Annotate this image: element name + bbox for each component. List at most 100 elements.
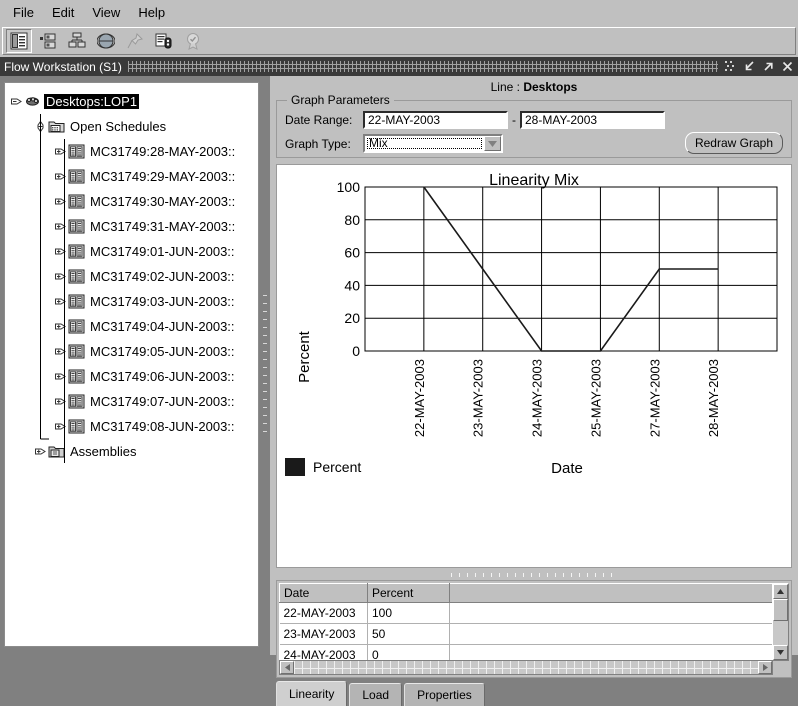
svg-text:40: 40 xyxy=(344,277,360,293)
restore-icon[interactable] xyxy=(724,60,737,73)
expand-toggle-plus-icon[interactable] xyxy=(55,146,66,157)
menu-item-file[interactable]: File xyxy=(4,3,43,23)
table-cell[interactable]: 100 xyxy=(367,602,450,624)
schedule-icon xyxy=(68,294,85,309)
tree-node-schedule-label: MC31749:06-JUN-2003:: xyxy=(90,369,235,384)
svg-text:23-MAY-2003: 23-MAY-2003 xyxy=(471,359,486,437)
tree-node-schedule[interactable]: MC31749:31-MAY-2003:: xyxy=(5,214,258,239)
minimize-icon[interactable] xyxy=(743,60,756,73)
table-cell[interactable]: 22-MAY-2003 xyxy=(279,602,368,624)
table-vertical-scrollbar[interactable] xyxy=(772,583,789,661)
expand-toggle-plus-icon[interactable] xyxy=(35,446,46,457)
tree-node-open-schedules[interactable]: Open Schedules xyxy=(5,114,258,139)
expand-toggle-plus-icon[interactable] xyxy=(55,246,66,257)
tree-node-schedule[interactable]: MC31749:02-JUN-2003:: xyxy=(5,264,258,289)
table-row[interactable]: 22-MAY-2003 100 xyxy=(279,602,773,624)
vertical-split-divider[interactable] xyxy=(261,82,269,647)
menu-item-edit[interactable]: Edit xyxy=(43,3,83,23)
tree-node-assemblies[interactable]: Assemblies xyxy=(5,439,258,464)
network-icon[interactable] xyxy=(64,29,90,53)
svg-text:0: 0 xyxy=(352,343,360,359)
schedule-list-icon[interactable] xyxy=(6,29,32,53)
tree-node-schedule[interactable]: MC31749:30-MAY-2003:: xyxy=(5,189,258,214)
tree-node-schedule[interactable]: MC31749:04-JUN-2003:: xyxy=(5,314,258,339)
tree-node-schedule-label: MC31749:01-JUN-2003:: xyxy=(90,244,235,259)
tree-node-schedule[interactable]: MC31749:06-JUN-2003:: xyxy=(5,364,258,389)
table-cell[interactable]: 0 xyxy=(367,644,450,661)
expand-toggle-plus-icon[interactable] xyxy=(55,396,66,407)
tree-node-schedule[interactable]: MC31749:29-MAY-2003:: xyxy=(5,164,258,189)
menu-bar: File Edit View Help xyxy=(0,0,798,26)
redraw-graph-button[interactable]: Redraw Graph xyxy=(684,132,783,154)
report-icon[interactable] xyxy=(151,29,177,53)
maximize-icon[interactable] xyxy=(762,60,775,73)
scroll-right-icon[interactable] xyxy=(758,661,772,674)
scroll-up-icon[interactable] xyxy=(773,584,788,599)
expand-toggle-plus-icon[interactable] xyxy=(55,421,66,432)
award-icon[interactable] xyxy=(180,29,206,53)
tree-node-schedule[interactable]: MC31749:07-JUN-2003:: xyxy=(5,389,258,414)
graph-type-value: Mix xyxy=(366,137,483,150)
table-row[interactable]: 23-MAY-2003 50 xyxy=(279,623,773,645)
schedule-icon xyxy=(68,369,85,384)
tab-linearity[interactable]: Linearity xyxy=(276,681,348,706)
sequence-icon[interactable] xyxy=(35,29,61,53)
expand-toggle-plus-icon[interactable] xyxy=(55,196,66,207)
tree-node-schedule-label: MC31749:30-MAY-2003:: xyxy=(90,194,236,209)
title-bar-grip xyxy=(127,61,718,72)
expand-toggle-plus-icon[interactable] xyxy=(55,371,66,382)
divider-grip xyxy=(263,292,267,432)
chart-x-axis-label: Date xyxy=(551,460,583,477)
globe-icon[interactable] xyxy=(93,29,119,53)
table-cell[interactable]: 50 xyxy=(367,623,450,645)
table-cell[interactable] xyxy=(449,623,773,645)
chevron-down-icon[interactable] xyxy=(484,136,501,151)
table-cell[interactable] xyxy=(449,602,773,624)
data-table: Date Percent 22-MAY-2003 100 23-MAY-2003 50 2… xyxy=(279,583,773,661)
date-from-input[interactable] xyxy=(363,111,508,129)
scroll-thumb[interactable] xyxy=(773,599,788,621)
table-horizontal-scrollbar[interactable] xyxy=(279,660,773,675)
table-column-header[interactable]: Percent xyxy=(367,583,450,603)
svg-text:60: 60 xyxy=(344,245,360,261)
graph-type-select[interactable]: Mix xyxy=(363,134,503,153)
tree-node-schedule[interactable]: MC31749:03-JUN-2003:: xyxy=(5,289,258,314)
svg-text:80: 80 xyxy=(344,212,360,228)
tree-node-schedule-label: MC31749:07-JUN-2003:: xyxy=(90,394,235,409)
expand-toggle-plus-icon[interactable] xyxy=(55,171,66,182)
expand-toggle-plus-icon[interactable] xyxy=(55,221,66,232)
data-table-panel: Date Percent 22-MAY-2003 100 23-MAY-2003 50 2… xyxy=(276,580,792,678)
tree-schedule-group: MC31749:28-MAY-2003:: MC31749:29-MAY-2003… xyxy=(5,139,258,439)
date-to-input[interactable] xyxy=(520,111,665,129)
scroll-left-icon[interactable] xyxy=(280,661,294,674)
table-column-header[interactable]: Date xyxy=(279,583,368,603)
menu-item-view[interactable]: View xyxy=(83,3,129,23)
tree-node-root[interactable]: Desktops:LOP1 xyxy=(5,89,258,114)
expand-toggle-plus-icon[interactable] xyxy=(55,346,66,357)
table-row[interactable]: 24-MAY-2003 0 xyxy=(279,644,773,661)
window-title-bar[interactable]: Flow Workstation (S1) xyxy=(0,57,798,76)
tab-load[interactable]: Load xyxy=(349,683,403,706)
close-icon[interactable] xyxy=(781,60,794,73)
expand-toggle-plus-icon[interactable] xyxy=(55,321,66,332)
table-cell[interactable] xyxy=(449,644,773,661)
collapse-toggle-minus-icon[interactable] xyxy=(11,96,22,107)
schedule-icon xyxy=(68,219,85,234)
pin-icon[interactable] xyxy=(122,29,148,53)
tree-node-schedule[interactable]: MC31749:28-MAY-2003:: xyxy=(5,139,258,164)
tab-properties[interactable]: Properties xyxy=(404,683,485,706)
collapse-toggle-minus-icon[interactable] xyxy=(35,120,46,133)
menu-item-help[interactable]: Help xyxy=(129,3,174,23)
table-column-header[interactable] xyxy=(449,583,773,603)
table-cell[interactable]: 23-MAY-2003 xyxy=(279,623,368,645)
horizontal-split-divider[interactable] xyxy=(276,570,792,579)
tree-node-schedule[interactable]: MC31749:05-JUN-2003:: xyxy=(5,339,258,364)
table-cell[interactable]: 24-MAY-2003 xyxy=(279,644,368,661)
scroll-down-icon[interactable] xyxy=(773,645,788,660)
expand-toggle-plus-icon[interactable] xyxy=(55,296,66,307)
expand-toggle-plus-icon[interactable] xyxy=(55,271,66,282)
tree-node-schedule[interactable]: MC31749:01-JUN-2003:: xyxy=(5,239,258,264)
scroll-track[interactable] xyxy=(294,661,758,674)
line-label: Line : xyxy=(490,80,520,94)
tree-node-schedule[interactable]: MC31749:08-JUN-2003:: xyxy=(5,414,258,439)
